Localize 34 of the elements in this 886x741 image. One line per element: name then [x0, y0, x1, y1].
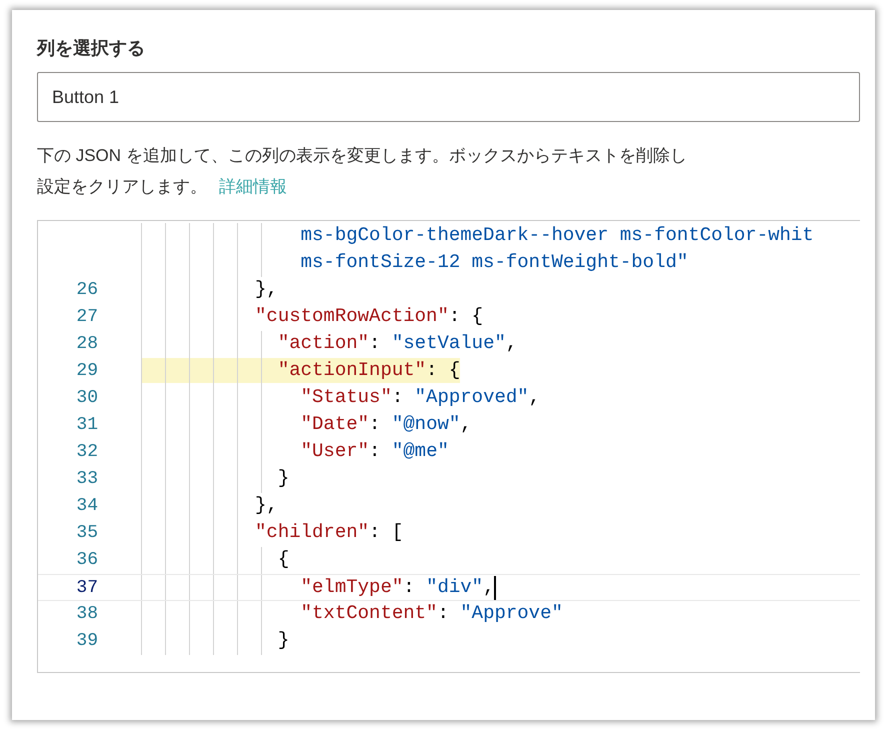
line-number: 28: [75, 333, 98, 356]
code-line: },: [254, 277, 278, 302]
code-line: "action": "setValue",: [276, 331, 518, 356]
code-line: "txtContent": "Approve": [300, 601, 563, 626]
line-number: 27: [75, 306, 98, 329]
code-line: ms-fontSize-12 ms-fontWeight-bold": [300, 250, 688, 275]
code-line: "customRowAction": {: [254, 304, 484, 329]
line-number: 38: [75, 603, 98, 626]
line-number: 29: [75, 360, 98, 383]
line-number: 31: [75, 414, 98, 437]
column-input-field[interactable]: Button 1: [37, 72, 860, 122]
code-line: },: [254, 493, 278, 518]
code-line: "Status": "Approved",: [300, 385, 540, 410]
text-cursor: [494, 576, 496, 600]
line-number: 36: [75, 549, 98, 572]
line-number: 30: [75, 387, 98, 410]
code-line: }: [276, 466, 290, 491]
code-line: {: [276, 547, 290, 572]
code-line: "Date": "@now",: [300, 412, 472, 437]
code-line: "User": "@me": [300, 439, 449, 464]
field-label: 列を選択する: [37, 37, 146, 60]
code-line: "elmType": "div",: [300, 575, 494, 600]
line-number: 34: [75, 495, 98, 518]
line-number: 33: [75, 468, 98, 491]
code-line: "children": [: [254, 520, 404, 545]
line-number: 39: [75, 630, 98, 653]
line-number: 37: [75, 577, 98, 600]
line-number: 32: [75, 441, 98, 464]
description-text: 下の JSON を追加して、この列の表示を変更します。ボックスからテキストを削除し: [37, 145, 688, 167]
code-line: }: [276, 628, 290, 653]
code-line: ms-bgColor-themeDark--hover ms-fontColor-whit: [300, 223, 814, 248]
line-number: 35: [75, 522, 98, 545]
description-text: 設定をクリアします。: [37, 177, 207, 196]
line-number: 26: [75, 279, 98, 302]
